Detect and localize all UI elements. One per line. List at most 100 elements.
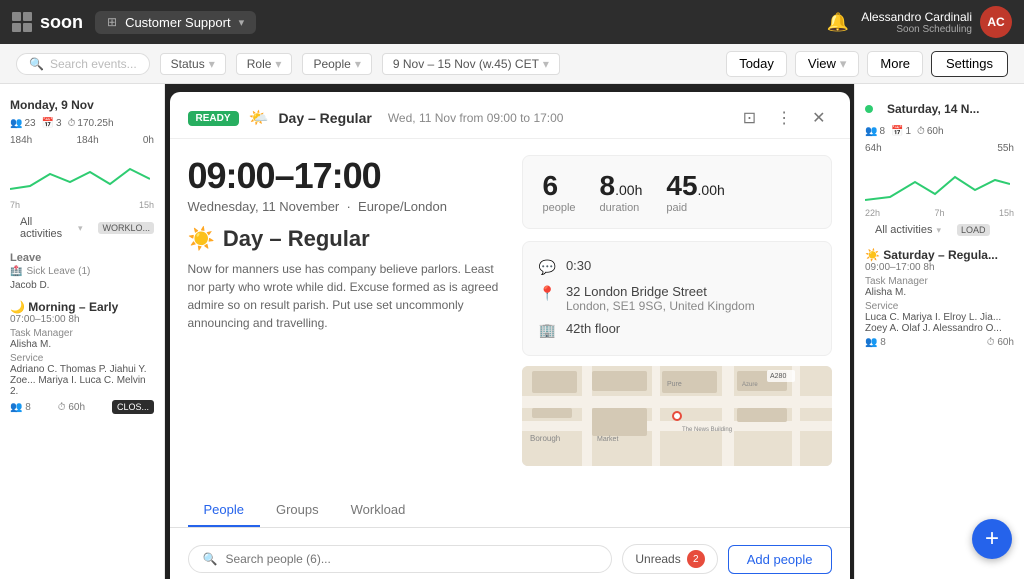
more-button[interactable]: More — [867, 51, 923, 77]
clock-icon: ⏱ — [68, 118, 76, 129]
svg-text:The News Building: The News Building — [682, 427, 732, 433]
search-icon: 🔍 — [29, 57, 44, 71]
tab-people[interactable]: People — [188, 494, 260, 527]
subtoolbar: 🔍 Search events... Status ▾ Role ▾ Peopl… — [0, 44, 1024, 84]
right-service-people: Luca C. Mariya I. Elroy L. Jia... Zoey A… — [865, 312, 1014, 334]
tab-groups[interactable]: Groups — [260, 494, 335, 527]
stat-people: 👥 23 — [10, 118, 36, 129]
right-service-label: Service — [865, 301, 1014, 312]
stat-hours: ⏱ 60h — [917, 126, 944, 137]
people-toolbar: 🔍 Unreads 2 Add people — [188, 544, 832, 574]
floor-row: 🏢 42th floor — [539, 317, 815, 343]
stats-box: 6 people 8.00h duration — [522, 155, 832, 229]
paid-label: paid — [666, 202, 724, 214]
event-title: 🌙 Morning – Early — [10, 300, 154, 314]
people-icon: 👥 8 — [10, 402, 31, 413]
stat-paid: 45.00h paid — [666, 170, 724, 214]
modal-left-content: 09:00–17:00 Wednesday, 11 November · Eur… — [188, 155, 506, 466]
stat-hours: ⏱ 170.25h — [68, 118, 114, 129]
modal-body: 09:00–17:00 Wednesday, 11 November · Eur… — [170, 139, 850, 482]
modal-tabs: People Groups Workload — [170, 494, 850, 528]
settings-button[interactable]: Settings — [931, 51, 1008, 77]
clock-icon: ⏱ 60h — [987, 337, 1014, 348]
building-icon: 🏢 — [539, 322, 556, 339]
clock-icon: ⏱ — [917, 126, 925, 137]
chevron-down-icon: ▾ — [275, 57, 281, 71]
leave-section: Leave 🏥 Sick Leave (1) Jacob D. — [0, 246, 164, 294]
more-options-button[interactable]: ⋮ — [770, 106, 798, 130]
today-button[interactable]: Today — [726, 51, 787, 77]
unreads-filter[interactable]: Unreads 2 — [622, 544, 717, 574]
right-saturday-event[interactable]: ☀️ Saturday – Regula... 09:00–17:00 8h T… — [855, 242, 1024, 353]
bell-icon[interactable]: 🔔 — [827, 12, 849, 33]
address-row: 📍 32 London Bridge Street London, SE1 9S… — [539, 280, 815, 317]
workload-badge: WORKLO... — [98, 222, 154, 234]
left-date-header: Monday, 9 Nov — [0, 94, 164, 116]
event-description: Now for manners use has company believe … — [188, 260, 506, 332]
chevron-down-icon: ▾ — [840, 56, 847, 72]
right-chart — [855, 158, 1024, 208]
service-label: Service — [10, 353, 154, 364]
chevron-down-icon: ▾ — [355, 57, 361, 71]
search-people-field[interactable]: 🔍 — [188, 545, 613, 573]
right-activity-filter-row: All activities ▾ LOAD — [855, 218, 1024, 242]
filter-people[interactable]: People ▾ — [302, 53, 371, 75]
filter-role[interactable]: Role ▾ — [236, 53, 293, 75]
activity-filter-row: All activities ▾ WORKLO... — [0, 210, 164, 246]
chevron-down-icon: ▾ — [543, 57, 549, 71]
svg-text:Borough: Borough — [530, 434, 560, 443]
search-people-input[interactable] — [225, 552, 597, 566]
search-icon: 🔍 — [203, 552, 218, 566]
duration-label: duration — [600, 202, 643, 214]
modal-title: Day – Regular — [278, 110, 371, 126]
calendar-right-sidebar: Saturday, 14 N... 👥 8 📅 1 ⏱ 60h 64h 55h — [854, 84, 1024, 579]
sun-emoji: 🌤️ — [249, 108, 269, 128]
event-modal: READY 🌤️ Day – Regular Wed, 11 Nov from … — [170, 92, 850, 579]
right-task-manager-name: Alisha M. — [865, 287, 1014, 298]
logo: soon — [12, 12, 83, 33]
filter-status[interactable]: Status ▾ — [160, 53, 226, 75]
minimize-button[interactable]: ⊡ — [737, 106, 762, 130]
user-profile[interactable]: Alessandro Cardinali Soon Scheduling AC — [861, 6, 1012, 38]
avatar: AC — [980, 6, 1012, 38]
info-box: 💬 0:30 📍 32 London Bridge Street London,… — [522, 241, 832, 356]
chevron-down-icon: ▾ — [239, 16, 245, 29]
add-button[interactable]: + — [972, 519, 1012, 559]
chevron-down-icon: ▾ — [78, 223, 83, 234]
event-full-name: ☀️ Day – Regular — [188, 226, 506, 252]
right-workload-badge: LOAD — [957, 224, 990, 236]
people-label: people — [543, 202, 576, 214]
right-header-row: Saturday, 14 N... — [855, 94, 1024, 124]
svg-text:Market: Market — [597, 436, 618, 443]
service-people: Adriano C. Thomas P. Jiahui Y. Zoe... Ma… — [10, 364, 154, 397]
activity-filter[interactable]: All activities ▾ — [10, 214, 92, 242]
stat-events: 📅 1 — [891, 126, 911, 137]
modal-date-info: Wed, 11 Nov from 09:00 to 17:00 — [388, 111, 564, 125]
event-date-location: Wednesday, 11 November · Europe/London — [188, 199, 506, 214]
task-manager-name: Alisha M. — [10, 339, 154, 350]
tab-workload[interactable]: Workload — [335, 494, 422, 527]
people-count: 6 — [543, 170, 576, 202]
svg-text:Pure: Pure — [667, 381, 682, 388]
search-events[interactable]: 🔍 Search events... — [16, 53, 150, 75]
user-subtitle: Soon Scheduling — [861, 24, 972, 35]
filter-dates[interactable]: 9 Nov – 15 Nov (w.45) CET ▾ — [382, 53, 560, 75]
workspace-selector[interactable]: ⊞ Customer Support ▾ — [95, 11, 256, 34]
add-people-button[interactable]: Add people — [728, 545, 832, 574]
topbar: soon ⊞ Customer Support ▾ 🔔 Alessandro C… — [0, 0, 1024, 44]
user-name: Alessandro Cardinali — [861, 10, 972, 24]
modal-header-right: ⊡ ⋮ ✕ — [737, 106, 832, 130]
close-button[interactable]: ✕ — [806, 106, 831, 130]
morning-event[interactable]: 🌙 Morning – Early 07:00–15:00 8h Task Ma… — [0, 294, 164, 419]
event-time-display: 09:00–17:00 — [188, 155, 506, 197]
chat-icon: 💬 — [539, 259, 556, 276]
left-cal-stats: 👥 23 📅 3 ⏱ 170.25h — [0, 116, 164, 131]
view-selector[interactable]: View ▾ — [795, 51, 859, 77]
event-footer: 👥 8 ⏱ 60h CLOS... — [10, 397, 154, 417]
modal-header: READY 🌤️ Day – Regular Wed, 11 Nov from … — [170, 92, 850, 139]
modal-right-content: 6 people 8.00h duration — [522, 155, 832, 466]
subtoolbar-actions: Today View ▾ More Settings — [726, 51, 1008, 77]
right-cal-stats: 👥 8 📅 1 ⏱ 60h — [855, 124, 1024, 139]
right-activity-filter[interactable]: All activities ▾ — [865, 222, 951, 238]
stat-people: 👥 8 — [865, 126, 885, 137]
